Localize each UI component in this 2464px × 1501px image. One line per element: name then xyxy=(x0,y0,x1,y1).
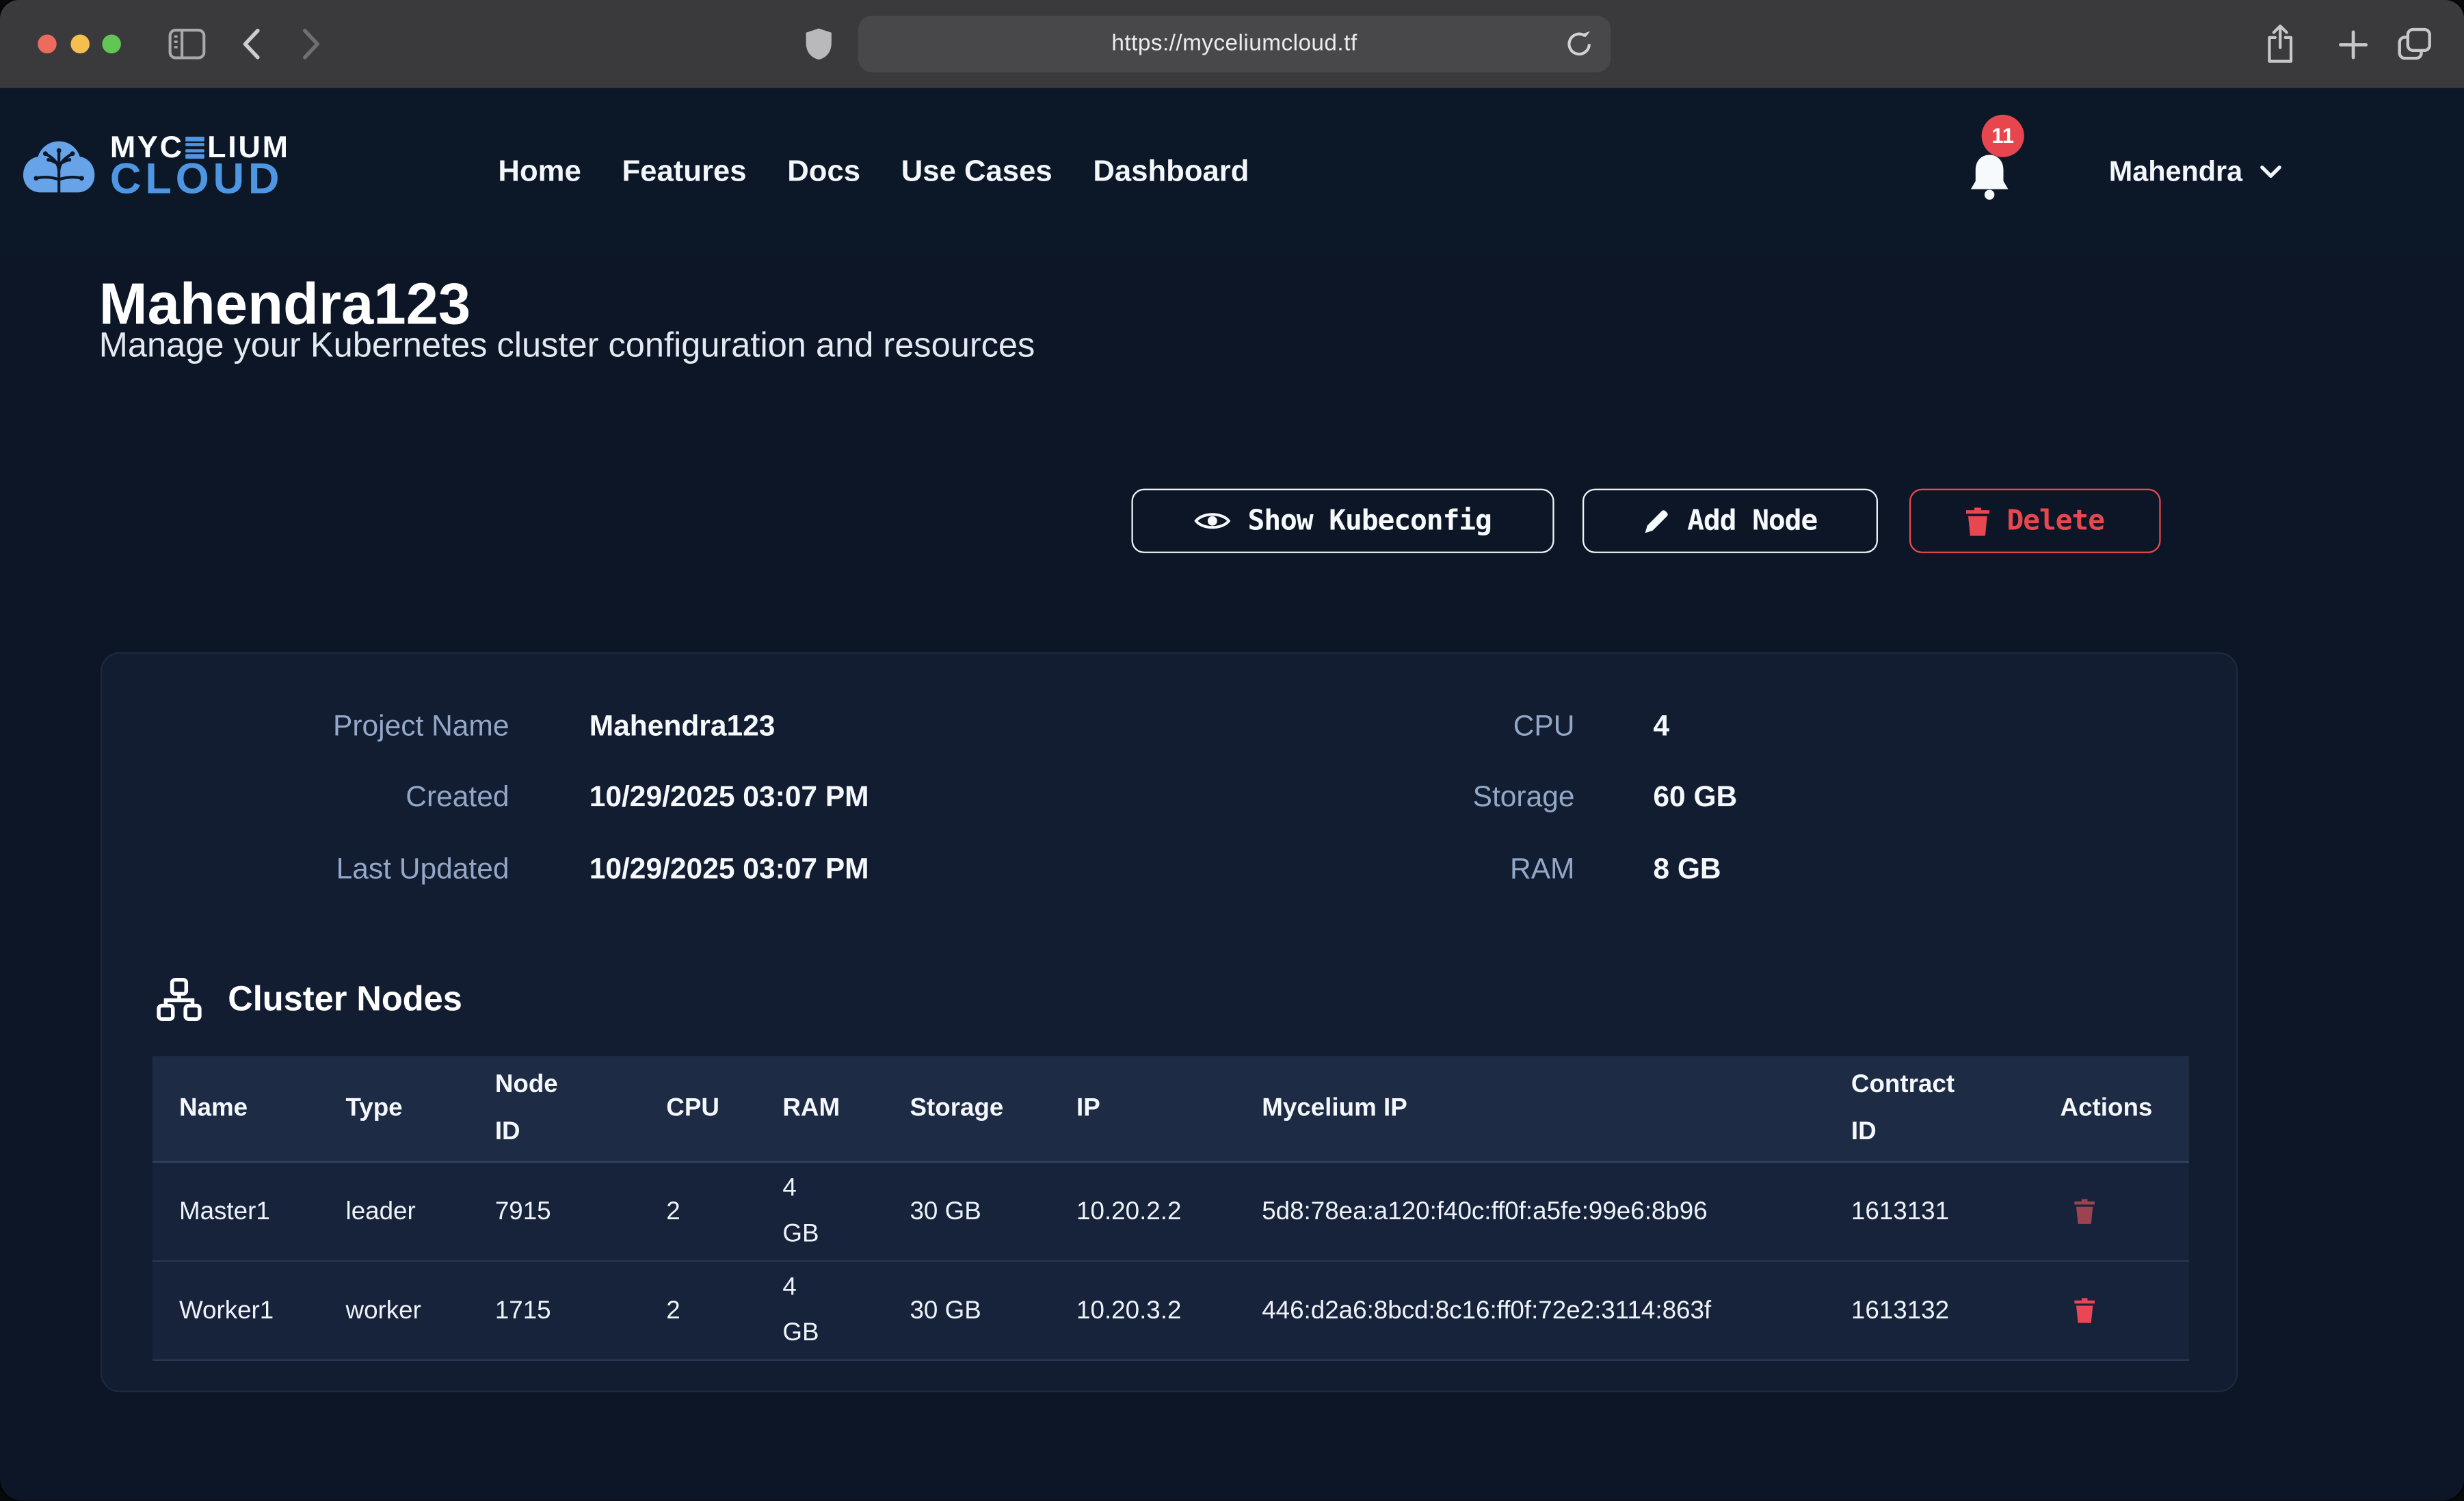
cell-node-id: 7915 xyxy=(495,1188,551,1234)
detail-row: Project Name Mahendra123 xyxy=(159,690,869,762)
cell-node-id: 1715 xyxy=(495,1288,551,1333)
col-actions: Actions xyxy=(2061,1085,2153,1132)
address-bar[interactable]: https://myceliumcloud.tf xyxy=(858,16,1611,72)
detail-label: Storage xyxy=(1259,780,1575,814)
browser-toolbar: https://myceliumcloud.tf xyxy=(0,0,2464,88)
app-navbar: Mahendra123 MYCLIUM CLOUD xyxy=(0,88,2464,256)
col-mycelium-ip: Mycelium IP xyxy=(1262,1085,1407,1132)
detail-value: 4 xyxy=(1653,708,1669,743)
detail-row: Storage 60 GB xyxy=(1259,761,1738,833)
minimize-window-button[interactable] xyxy=(70,35,89,54)
cell-mycelium-ip: 446:d2a6:8bcd:8c16:ff0f:72e2:3114:863f xyxy=(1262,1288,1711,1333)
cell-ram: 4 GB xyxy=(782,1166,817,1257)
brand-logo[interactable]: MYCLIUM CLOUD xyxy=(22,135,290,197)
resource-details: CPU 4 Storage 60 GB RAM 8 GB xyxy=(1259,690,1738,905)
cell-ram: 4 GB xyxy=(782,1265,817,1356)
col-ram: RAM xyxy=(782,1085,840,1132)
nav-links: Home Features Docs Use Cases Dashboard xyxy=(498,88,1249,256)
cluster-nodes-table: Name Type Node ID CPU RAM Storage IP Myc… xyxy=(153,1056,2189,1361)
col-ip: IP xyxy=(1076,1085,1100,1132)
cell-contract-id: 1613132 xyxy=(1851,1288,1949,1333)
delete-cluster-button[interactable]: Delete xyxy=(1909,489,2161,553)
table-row-worker1: Worker1 worker 1715 2 4 GB 30 GB 10.20.3… xyxy=(153,1262,2189,1361)
zoom-window-button[interactable] xyxy=(102,35,121,54)
tab-overview-icon[interactable] xyxy=(2396,27,2433,62)
notification-badge[interactable]: 11 xyxy=(1982,115,2024,157)
delete-node-button[interactable] xyxy=(2074,1198,2096,1225)
detail-label: Created xyxy=(159,780,509,814)
nav-link-dashboard[interactable]: Dashboard xyxy=(1093,155,1249,189)
detail-value: 8 GB xyxy=(1653,851,1721,886)
cell-cpu: 2 xyxy=(666,1288,680,1333)
nav-link-home[interactable]: Home xyxy=(498,155,581,189)
cell-type: worker xyxy=(346,1288,421,1333)
cloud-tree-icon xyxy=(22,137,96,194)
chevron-down-icon xyxy=(2260,165,2281,179)
detail-row: CPU 4 xyxy=(1259,690,1738,762)
detail-label: RAM xyxy=(1259,851,1575,886)
detail-value: 60 GB xyxy=(1653,780,1737,814)
close-window-button[interactable] xyxy=(38,35,57,54)
cell-mycelium-ip: 5d8:78ea:a120:f40c:ff0f:a5fe:99e6:8b96 xyxy=(1262,1188,1707,1234)
col-type: Type xyxy=(346,1085,403,1132)
nav-link-features[interactable]: Features xyxy=(622,155,747,189)
cluster-nodes-header: Cluster Nodes xyxy=(155,977,462,1021)
cluster-details-panel: Project Name Mahendra123 Created 10/29/2… xyxy=(101,652,2238,1392)
pencil-icon xyxy=(1643,507,1670,534)
reload-icon[interactable] xyxy=(1565,30,1593,58)
nav-link-use-cases[interactable]: Use Cases xyxy=(901,155,1052,189)
col-storage: Storage xyxy=(910,1085,1003,1132)
brand-line2: CLOUD xyxy=(110,160,290,196)
share-icon[interactable] xyxy=(2263,23,2298,64)
col-name: Name xyxy=(179,1085,248,1132)
detail-row: RAM 8 GB xyxy=(1259,833,1738,905)
col-contract-id: Contract ID xyxy=(1851,1061,1971,1156)
sidebar-toggle-icon[interactable] xyxy=(168,28,206,59)
add-node-button[interactable]: Add Node xyxy=(1582,489,1878,553)
eye-icon xyxy=(1194,509,1230,533)
screen: https://myceliumcloud.tf xyxy=(0,0,2464,1500)
delete-node-button[interactable] xyxy=(2074,1297,2096,1324)
sitemap-icon xyxy=(155,977,202,1021)
show-kubeconfig-button[interactable]: Show Kubeconfig xyxy=(1131,489,1554,553)
cell-name: Master1 xyxy=(179,1188,270,1234)
page-subtitle: Manage your Kubernetes cluster configura… xyxy=(99,326,1035,367)
detail-value: Mahendra123 xyxy=(589,708,776,743)
cell-contract-id: 1613131 xyxy=(1851,1188,1949,1234)
forward-icon[interactable] xyxy=(302,28,321,59)
cell-name: Worker1 xyxy=(179,1288,274,1333)
shield-icon[interactable] xyxy=(805,27,833,62)
cell-type: leader xyxy=(346,1188,416,1234)
detail-value: 10/29/2025 03:07 PM xyxy=(589,851,869,886)
browser-window: https://myceliumcloud.tf xyxy=(0,0,2464,1500)
bell-icon[interactable] xyxy=(1968,151,2015,202)
detail-label: CPU xyxy=(1259,708,1575,743)
nav-link-docs[interactable]: Docs xyxy=(787,155,860,189)
cell-ip: 10.20.2.2 xyxy=(1076,1188,1181,1234)
detail-label: Project Name xyxy=(159,708,509,743)
url-text: https://myceliumcloud.tf xyxy=(1111,31,1357,57)
cell-storage: 30 GB xyxy=(910,1188,981,1234)
table-row-master1: Master1 leader 7915 2 4 GB 30 GB 10.20.2… xyxy=(153,1163,2189,1262)
back-icon[interactable] xyxy=(242,28,261,59)
user-menu[interactable]: Mahendra xyxy=(2109,88,2282,256)
new-tab-icon[interactable] xyxy=(2338,30,2368,60)
col-node-id: Node ID xyxy=(495,1061,574,1156)
detail-row: Created 10/29/2025 03:07 PM xyxy=(159,761,869,833)
detail-value: 10/29/2025 03:07 PM xyxy=(589,780,869,814)
project-details: Project Name Mahendra123 Created 10/29/2… xyxy=(159,690,869,905)
cell-ip: 10.20.3.2 xyxy=(1076,1288,1181,1333)
cell-storage: 30 GB xyxy=(910,1288,981,1333)
cell-cpu: 2 xyxy=(666,1188,680,1234)
cluster-nodes-title: Cluster Nodes xyxy=(228,979,462,1020)
user-name: Mahendra xyxy=(2109,155,2242,188)
trash-icon xyxy=(1966,507,1989,535)
detail-row: Last Updated 10/29/2025 03:07 PM xyxy=(159,833,869,905)
detail-label: Last Updated xyxy=(159,851,509,886)
col-cpu: CPU xyxy=(666,1085,719,1132)
table-header-row: Name Type Node ID CPU RAM Storage IP Myc… xyxy=(153,1056,2189,1163)
